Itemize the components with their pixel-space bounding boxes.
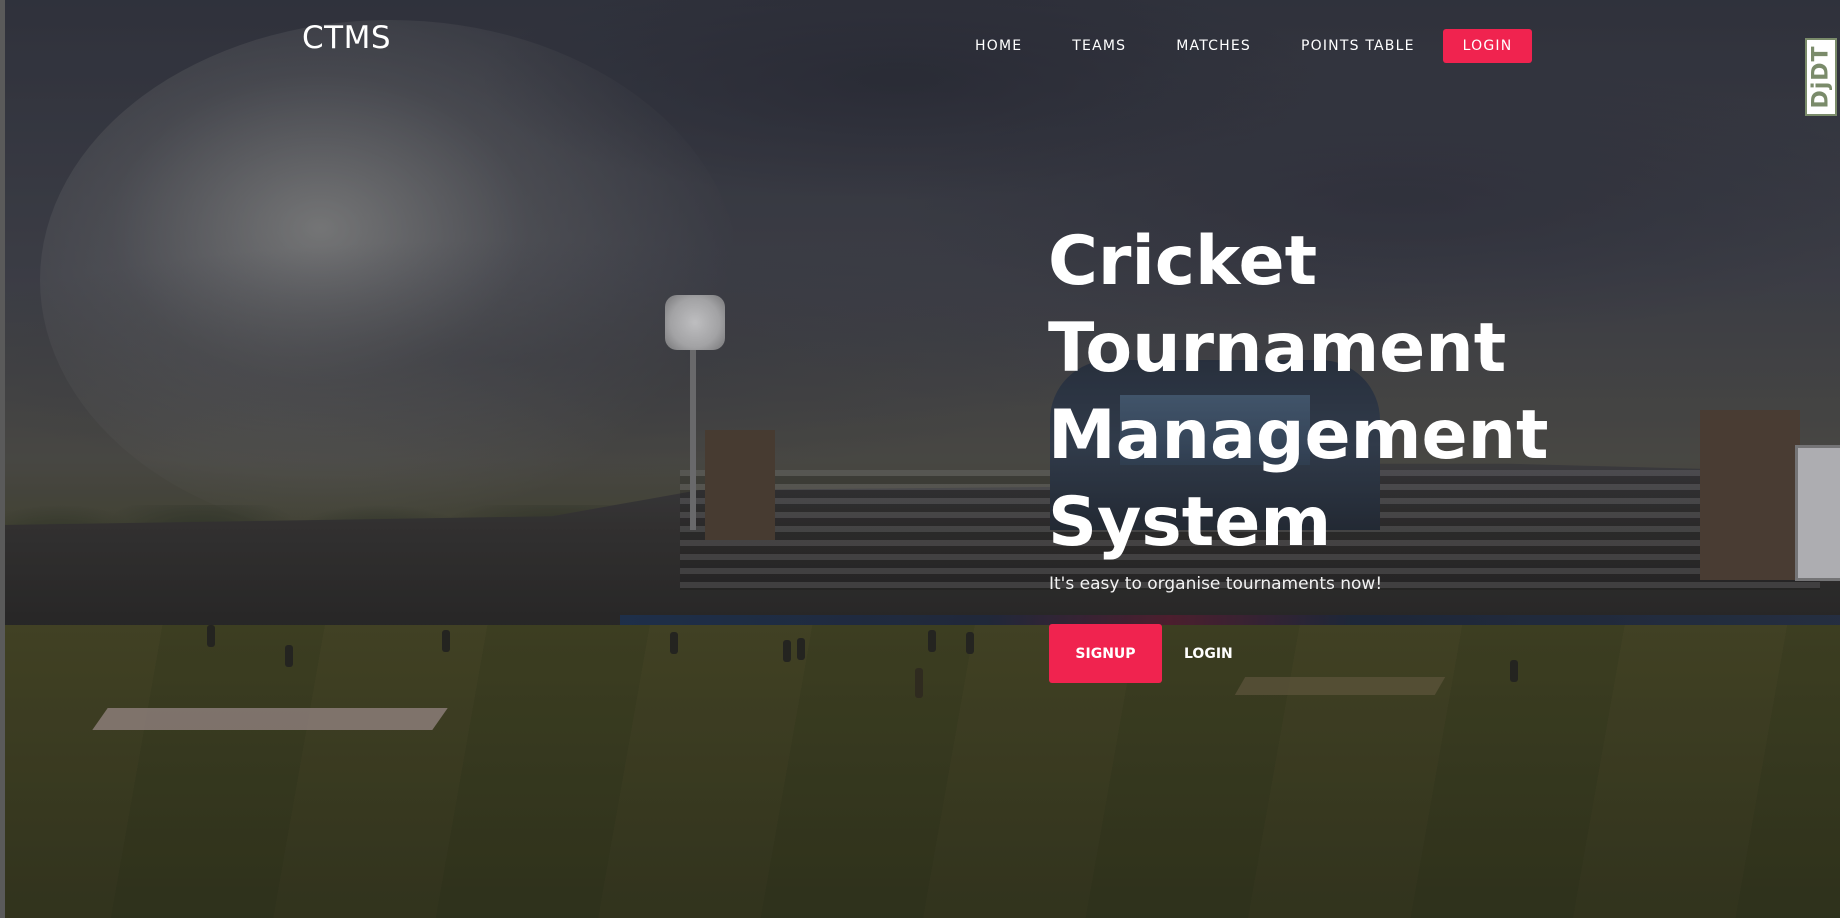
hero-section: CTMS HOME TEAMS MATCHES POINTS TABLE LOG…	[0, 0, 1840, 918]
nav-teams[interactable]: TEAMS	[1047, 28, 1151, 64]
nav-home[interactable]: HOME	[950, 28, 1047, 64]
nav-matches[interactable]: MATCHES	[1151, 28, 1276, 64]
hero-title-line: Management	[1048, 396, 1549, 475]
window-left-edge	[0, 0, 5, 918]
nav-points-table[interactable]: POINTS TABLE	[1276, 28, 1440, 64]
hero-title: Cricket Tournament Management System	[1048, 218, 1668, 566]
nav-login-button[interactable]: LOGIN	[1442, 29, 1533, 63]
hero-subtitle: It's easy to organise tournaments now!	[1049, 574, 1383, 594]
login-link[interactable]: LOGIN	[1184, 624, 1233, 683]
hero-title-line: Cricket	[1048, 222, 1318, 301]
hero-title-line: System	[1048, 483, 1332, 562]
brand-logo[interactable]: CTMS	[302, 20, 391, 56]
debug-toolbar-label: DjDT	[1808, 45, 1834, 109]
hero-title-line: Tournament	[1048, 309, 1507, 388]
main-nav: HOME TEAMS MATCHES POINTS TABLE LOGIN	[950, 28, 1533, 64]
debug-toolbar-handle[interactable]: DjDT	[1805, 38, 1837, 116]
signup-button[interactable]: SIGNUP	[1049, 624, 1162, 683]
